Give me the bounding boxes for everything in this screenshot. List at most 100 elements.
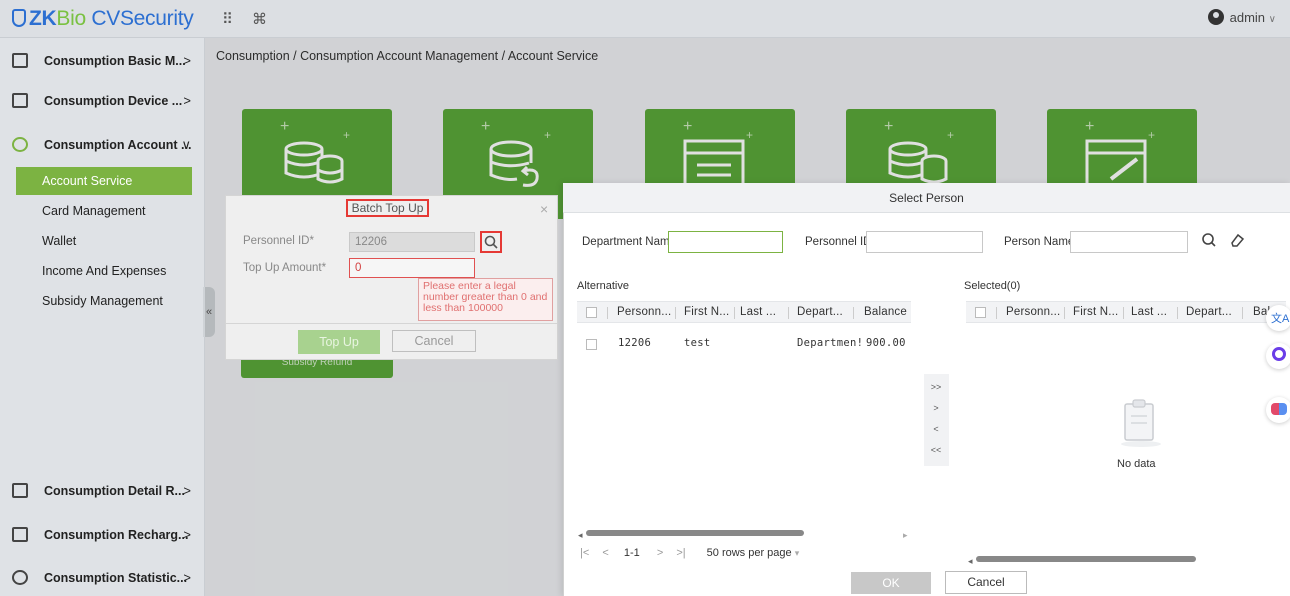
scroll-right-arrow[interactable]: ▸: [903, 530, 908, 541]
select-all-checkbox[interactable]: [586, 307, 597, 318]
user-avatar-icon: [1207, 9, 1224, 25]
chevron-right-icon: >: [183, 483, 191, 498]
scroll-left-arrow[interactable]: ◂: [968, 556, 973, 567]
apps-grid-icon[interactable]: ⠿: [222, 10, 233, 28]
col-department[interactable]: Depart...: [797, 306, 843, 318]
pie-chart-icon: [12, 570, 28, 585]
chat-bot-icon[interactable]: [1266, 343, 1290, 369]
select-person-title: Select Person: [563, 183, 1290, 213]
personnel-id-filter-input[interactable]: [866, 231, 983, 253]
device-icon: [12, 53, 28, 68]
nav-label: Consumption Recharg...: [44, 528, 189, 542]
selected-count-label: Selected(0): [964, 280, 1021, 292]
sidebar-item-account-service[interactable]: Account Service: [16, 167, 192, 195]
nav-consumption-statistic[interactable]: Consumption Statistic... >: [0, 561, 205, 595]
search-icon[interactable]: [1200, 231, 1218, 249]
cell-personnel-id: 12206: [618, 337, 652, 349]
col-first-name[interactable]: First N...: [1073, 306, 1118, 318]
sidebar-item-subsidy-management[interactable]: Subsidy Management: [16, 287, 192, 315]
empty-clipboard-icon: [1121, 399, 1161, 447]
translate-icon[interactable]: 文A: [1266, 305, 1290, 331]
top-up-amount-field[interactable]: 0: [349, 258, 475, 278]
col-personnel[interactable]: Personn...: [1006, 306, 1060, 318]
top-up-amount-label: Top Up Amount*: [243, 262, 327, 274]
validation-error-tooltip: Please enter a legal number greater than…: [418, 278, 553, 321]
sidebar-item-card-management[interactable]: Card Management: [16, 197, 192, 225]
batch-cancel-button[interactable]: Cancel: [392, 330, 476, 352]
move-right-button[interactable]: >: [926, 398, 946, 418]
page-range: 1-1: [623, 547, 640, 559]
monitor-icon: [12, 93, 28, 108]
scroll-left-arrow[interactable]: ◂: [578, 530, 583, 541]
sidebar-item-wallet[interactable]: Wallet: [16, 227, 192, 255]
nav-label: Consumption Statistic...: [44, 571, 188, 585]
user-name: admin: [1229, 10, 1266, 25]
alternative-hscrollbar[interactable]: [586, 530, 804, 536]
account-icon: [12, 137, 28, 152]
nav-consumption-account[interactable]: Consumption Account ... ∨: [0, 128, 205, 162]
nav-consumption-recharge[interactable]: Consumption Recharg... >: [0, 518, 205, 552]
col-department[interactable]: Depart...: [1186, 306, 1232, 318]
personnel-id-field[interactable]: 12206: [349, 232, 475, 252]
personnel-search-button[interactable]: [480, 231, 502, 253]
nav-label: Consumption Detail R...: [44, 484, 185, 498]
col-last-name[interactable]: Last ...: [740, 306, 776, 318]
nav-consumption-detail[interactable]: Consumption Detail R... >: [0, 474, 205, 508]
no-data-text: No data: [1117, 458, 1156, 470]
shield-logo-icon: [12, 9, 26, 27]
rows-per-page-value: 50 rows per page: [706, 547, 792, 559]
batch-dialog-title: Batch Top Up: [346, 199, 429, 217]
close-icon[interactable]: ×: [540, 201, 548, 217]
selected-table-header: Personn... First N... Last ... Depart...…: [966, 301, 1286, 323]
select-person-cancel-button[interactable]: Cancel: [945, 571, 1027, 594]
nav-consumption-device[interactable]: Consumption Device ... >: [0, 84, 205, 118]
chevron-right-icon: >: [183, 93, 191, 108]
recharge-icon: [12, 527, 28, 542]
col-first-name[interactable]: First N...: [684, 306, 729, 318]
pagination: |< < 1-1 > >| 50 rows per page ▾: [580, 547, 799, 559]
col-personnel[interactable]: Personn...: [617, 306, 671, 318]
clear-eraser-icon[interactable]: [1228, 231, 1246, 249]
sidebar: [0, 38, 205, 596]
row-checkbox[interactable]: [586, 339, 597, 350]
user-menu[interactable]: admin ∨: [1207, 9, 1276, 25]
person-name-label: Person Name: [1004, 236, 1075, 248]
alternative-label: Alternative: [577, 280, 629, 292]
nav-label: Consumption Device ...: [44, 94, 183, 108]
cell-balance: 900.00: [866, 337, 906, 349]
move-all-right-button[interactable]: >>: [926, 377, 946, 397]
nav-label: Consumption Account ...: [44, 138, 192, 152]
department-name-input[interactable]: [668, 231, 783, 253]
ai-brain-icon[interactable]: [1266, 397, 1290, 423]
ok-button[interactable]: OK: [851, 572, 931, 594]
next-page-button[interactable]: >: [657, 547, 663, 559]
app-logo[interactable]: ZKBio CVSecurity: [12, 7, 194, 31]
cell-department: Departmen!: [797, 337, 864, 349]
command-icon[interactable]: ⌘: [252, 10, 267, 28]
select-all-selected-checkbox[interactable]: [975, 307, 986, 318]
rows-per-page-select[interactable]: 50 rows per page ▾: [707, 547, 800, 559]
chevron-right-icon: >: [183, 527, 191, 542]
chevron-right-icon: >: [183, 53, 191, 68]
first-page-button[interactable]: |<: [580, 547, 589, 559]
selected-hscrollbar[interactable]: [976, 556, 1196, 562]
move-all-left-button[interactable]: <<: [926, 440, 946, 460]
last-page-button[interactable]: >|: [676, 547, 685, 559]
top-bar: ZKBio CVSecurity ⠿ ⌘ admin ∨: [0, 0, 1290, 38]
alternative-table-header: Personn... First N... Last ... Depart...…: [577, 301, 911, 323]
chevron-right-icon: >: [183, 570, 191, 585]
personnel-id-label: Personnel ID*: [243, 235, 314, 247]
col-balance[interactable]: Balance: [864, 306, 907, 318]
bar-chart-icon: [12, 483, 28, 498]
chevron-down-icon: ∨: [181, 137, 191, 152]
department-name-label: Department Name: [582, 236, 676, 248]
col-last-name[interactable]: Last ...: [1131, 306, 1167, 318]
top-up-button[interactable]: Top Up: [298, 330, 380, 354]
person-name-input[interactable]: [1070, 231, 1188, 253]
move-left-button[interactable]: <: [926, 419, 946, 439]
nav-consumption-basic[interactable]: Consumption Basic M... >: [0, 44, 205, 78]
prev-page-button[interactable]: <: [602, 547, 608, 559]
nav-label: Consumption Basic M...: [44, 54, 186, 68]
caret-down-icon: ▾: [794, 548, 800, 558]
sidebar-item-income-expenses[interactable]: Income And Expenses: [16, 257, 192, 285]
